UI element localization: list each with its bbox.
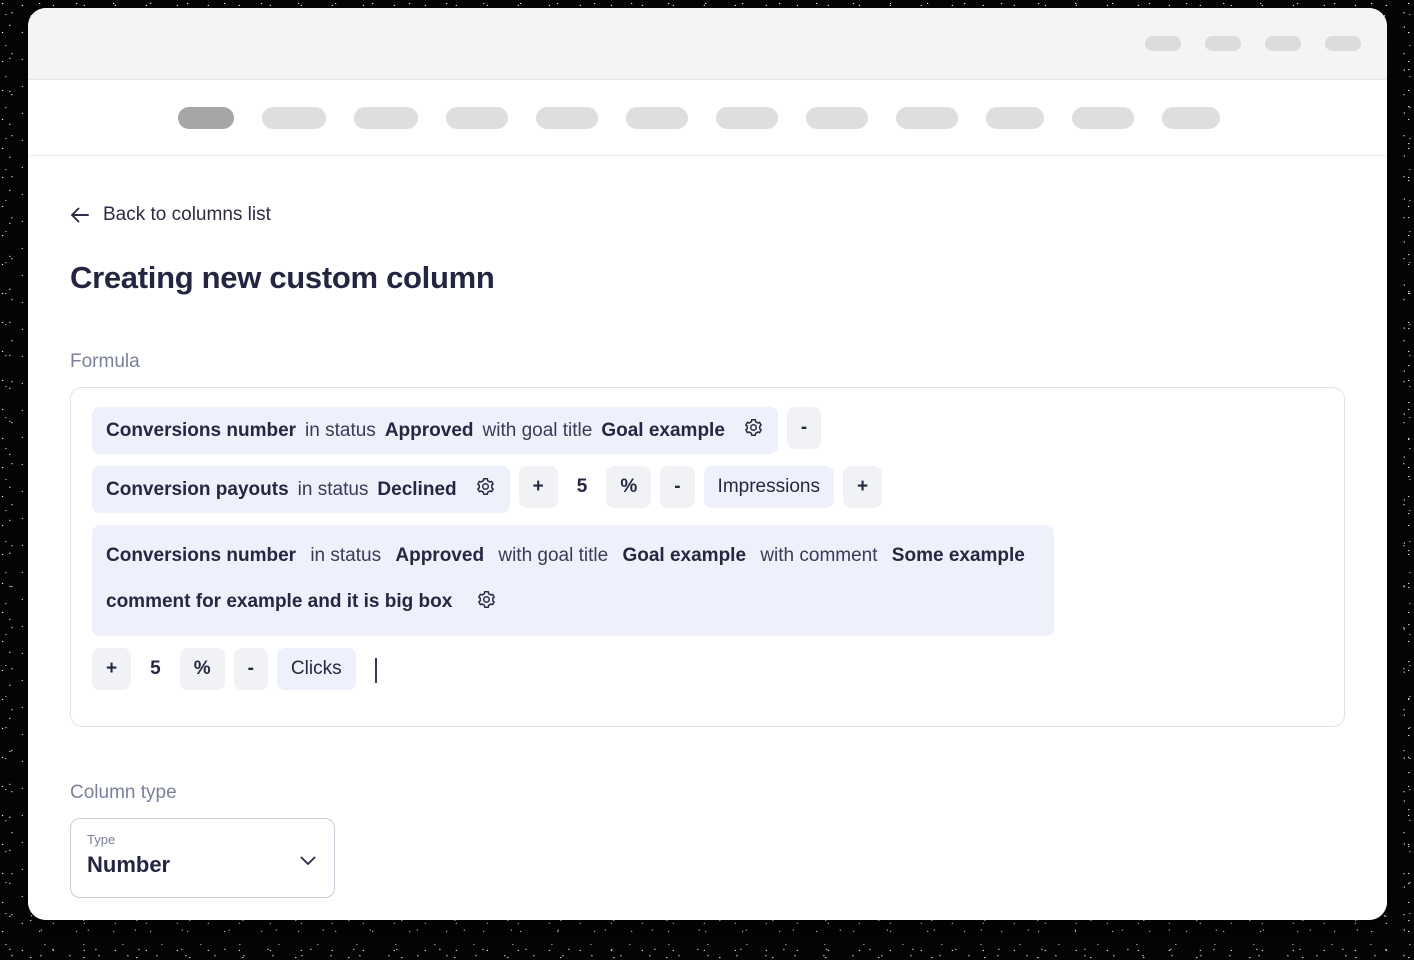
nav-pill-9[interactable] [896, 107, 958, 129]
back-to-columns-list-link[interactable]: Back to columns list [70, 204, 271, 226]
formula-value-5-1[interactable]: 5 [567, 466, 598, 508]
formula-editor[interactable]: Conversions number in status Approved wi… [70, 387, 1345, 727]
formula-segment: with comment [760, 545, 877, 566]
column-type-value: Number [87, 852, 318, 878]
formula-chip-percent-2[interactable]: % [180, 648, 225, 690]
nav-pill-7[interactable] [716, 107, 778, 129]
nav-pill-10[interactable] [986, 107, 1044, 129]
formula-segment: Approved [385, 420, 474, 442]
formula-segment: in status [298, 479, 369, 501]
formula-line-4: +5%-Clicks [92, 648, 1323, 696]
text-caret [375, 658, 377, 683]
formula-chip-plus-1[interactable]: + [519, 466, 558, 508]
back-link-label: Back to columns list [103, 204, 271, 226]
formula-chip-percent-1[interactable]: % [606, 466, 651, 508]
formula-chip-clicks[interactable]: Clicks [277, 648, 356, 690]
formula-chip-plus-2[interactable]: + [843, 466, 882, 508]
formula-value-5-2[interactable]: 5 [140, 648, 171, 690]
chevron-down-icon [300, 853, 316, 871]
formula-segment: Declined [377, 479, 456, 501]
browser-titlebar [28, 8, 1387, 80]
browser-window: Back to columns list Creating new custom… [28, 8, 1387, 920]
gear-icon[interactable] [743, 417, 764, 444]
formula-section-label: Formula [70, 351, 1345, 373]
nav-pill-2[interactable] [262, 107, 326, 129]
nav-pill-4[interactable] [446, 107, 508, 129]
formula-segment: Conversions number [106, 545, 296, 566]
formula-chip-minus-1[interactable]: - [787, 407, 821, 449]
page-title: Creating new custom column [70, 260, 1345, 296]
nav-pill-6[interactable] [626, 107, 688, 129]
titlebar-pill-1[interactable] [1145, 36, 1181, 51]
formula-line-3: Conversions number in status Approved wi… [92, 525, 1323, 642]
formula-segment: Approved [395, 545, 484, 566]
formula-segment: with goal title [498, 545, 608, 566]
main-navigation [28, 80, 1387, 156]
titlebar-pill-2[interactable] [1205, 36, 1241, 51]
formula-segment: in status [305, 420, 376, 442]
column-type-section-label: Column type [70, 782, 1345, 804]
nav-pill-5[interactable] [536, 107, 598, 129]
formula-chip-conversions-number-1[interactable]: Conversions number in status Approved wi… [92, 407, 778, 454]
formula-chip-conversion-payouts[interactable]: Conversion payouts in status Declined [92, 466, 510, 513]
formula-line-2: Conversion payouts in status Declined +5… [92, 466, 1323, 519]
titlebar-pill-4[interactable] [1325, 36, 1361, 51]
formula-line-1: Conversions number in status Approved wi… [92, 407, 1323, 460]
formula-chip-plus-3[interactable]: + [92, 648, 131, 690]
gear-icon[interactable] [476, 582, 497, 628]
arrow-left-icon [70, 206, 90, 224]
nav-pill-12[interactable] [1162, 107, 1220, 129]
column-type-select[interactable]: Type Number [70, 818, 335, 898]
gear-icon[interactable] [475, 476, 496, 503]
titlebar-pill-3[interactable] [1265, 36, 1301, 51]
formula-segment: in status [310, 545, 381, 566]
formula-chip-minus-3[interactable]: - [234, 648, 268, 690]
nav-pill-1[interactable] [178, 107, 234, 129]
formula-segment: Conversion payouts [106, 479, 289, 501]
formula-segment: with goal title [483, 420, 593, 442]
formula-chip-minus-2[interactable]: - [660, 466, 694, 508]
nav-pill-3[interactable] [354, 107, 418, 129]
page-content: Back to columns list Creating new custom… [28, 156, 1387, 920]
formula-segment: Conversions number [106, 420, 296, 442]
formula-chip-conversions-number-2[interactable]: Conversions number in status Approved wi… [92, 525, 1054, 636]
formula-chip-impressions[interactable]: Impressions [704, 466, 834, 508]
formula-segment: Goal example [601, 420, 725, 442]
formula-segment: Goal example [622, 545, 746, 566]
nav-pill-11[interactable] [1072, 107, 1134, 129]
column-type-field-label: Type [87, 832, 318, 847]
nav-pill-8[interactable] [806, 107, 868, 129]
